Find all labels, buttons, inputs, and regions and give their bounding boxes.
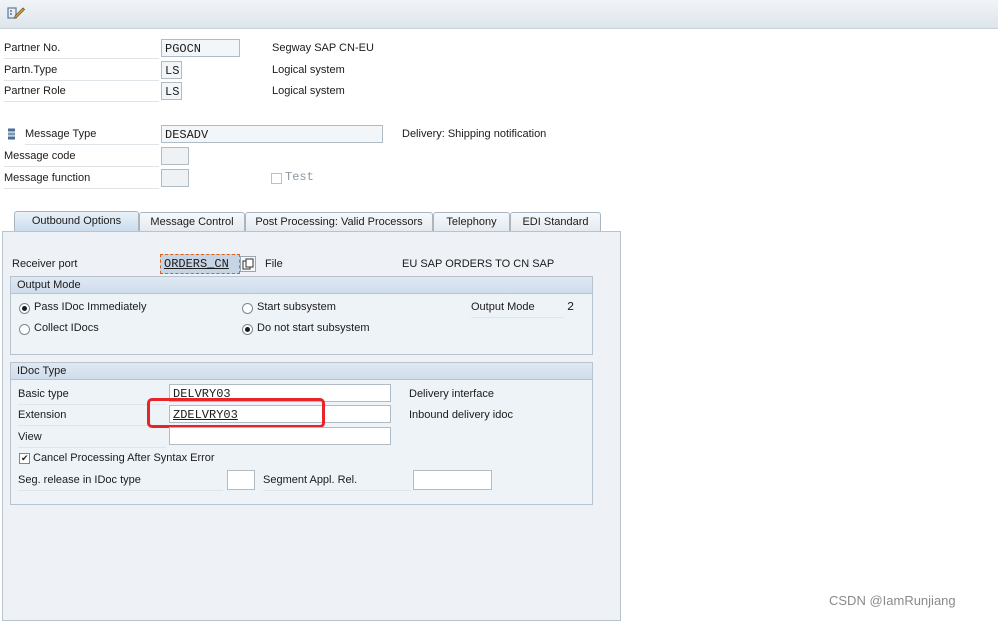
- tab-outbound-options[interactable]: Outbound Options: [14, 211, 139, 232]
- basic-type-label: Basic type: [18, 384, 166, 405]
- message-type-icon: [8, 128, 15, 140]
- collect-idocs-label: Collect IDocs: [34, 322, 99, 334]
- output-mode-title: Output Mode: [11, 277, 592, 294]
- tab-message-control[interactable]: Message Control: [139, 212, 245, 231]
- partner-no-desc: Segway SAP CN-EU: [272, 42, 374, 54]
- partner-type-desc: Logical system: [272, 64, 345, 76]
- test-checkbox[interactable]: [271, 173, 282, 184]
- test-label: Test: [285, 170, 314, 184]
- message-function-field[interactable]: [161, 169, 189, 187]
- tab-edi-standard[interactable]: EDI Standard: [510, 212, 601, 231]
- do-not-start-subsystem-radio[interactable]: [242, 324, 253, 335]
- tab-post-processing[interactable]: Post Processing: Valid Processors: [245, 212, 433, 231]
- watermark: CSDN @IamRunjiang: [829, 593, 956, 608]
- port-type-text: File: [265, 258, 283, 270]
- output-mode-value-label: Output Mode: [471, 297, 563, 318]
- idoc-type-title: IDoc Type: [11, 363, 592, 380]
- seg-release-label: Seg. release in IDoc type: [18, 470, 223, 491]
- tab-telephony[interactable]: Telephony: [433, 212, 510, 231]
- message-code-field[interactable]: [161, 147, 189, 165]
- segment-appl-rel-field[interactable]: [413, 470, 492, 490]
- start-subsystem-radio[interactable]: [242, 303, 253, 314]
- pass-idoc-immediately-radio[interactable]: [19, 303, 30, 314]
- pass-idoc-immediately-label: Pass IDoc Immediately: [34, 301, 147, 313]
- partner-role-label: Partner Role: [4, 81, 159, 102]
- output-mode-value[interactable]: 2: [567, 297, 574, 317]
- view-field[interactable]: [169, 427, 391, 445]
- port-lookup-icon[interactable]: [240, 256, 256, 272]
- partner-type-label: Partn.Type: [4, 60, 159, 81]
- extension-highlight-box: [147, 398, 325, 428]
- display-change-icon[interactable]: [6, 5, 26, 23]
- basic-type-desc: Delivery interface: [409, 388, 494, 400]
- partner-role-field[interactable]: LS: [161, 82, 182, 100]
- partner-no-field[interactable]: PGOCN: [161, 39, 240, 57]
- extension-label: Extension: [18, 405, 166, 426]
- do-not-start-subsystem-label: Do not start subsystem: [257, 322, 370, 334]
- message-function-label: Message function: [4, 168, 159, 189]
- start-subsystem-label: Start subsystem: [257, 301, 336, 313]
- application-toolbar: [0, 0, 998, 29]
- receiver-port-desc: EU SAP ORDERS TO CN SAP: [402, 258, 555, 270]
- partner-no-label: Partner No.: [4, 38, 159, 59]
- cancel-processing-checkbox[interactable]: [19, 453, 30, 464]
- partner-type-field[interactable]: LS: [161, 61, 182, 79]
- message-type-field[interactable]: DESADV: [161, 125, 383, 143]
- seg-release-field[interactable]: [227, 470, 255, 490]
- message-code-label: Message code: [4, 146, 159, 167]
- receiver-port-field[interactable]: ORDERS_CN: [160, 254, 240, 274]
- collect-idocs-radio[interactable]: [19, 324, 30, 335]
- cancel-processing-label: Cancel Processing After Syntax Error: [33, 452, 215, 464]
- receiver-port-label: Receiver port: [12, 258, 78, 270]
- message-type-label: Message Type: [25, 124, 159, 145]
- message-type-desc: Delivery: Shipping notification: [402, 128, 547, 140]
- partner-role-desc: Logical system: [272, 85, 345, 97]
- extension-desc: Inbound delivery idoc: [409, 409, 513, 421]
- view-label: View: [18, 427, 166, 448]
- segment-appl-rel-label: Segment Appl. Rel.: [263, 470, 411, 491]
